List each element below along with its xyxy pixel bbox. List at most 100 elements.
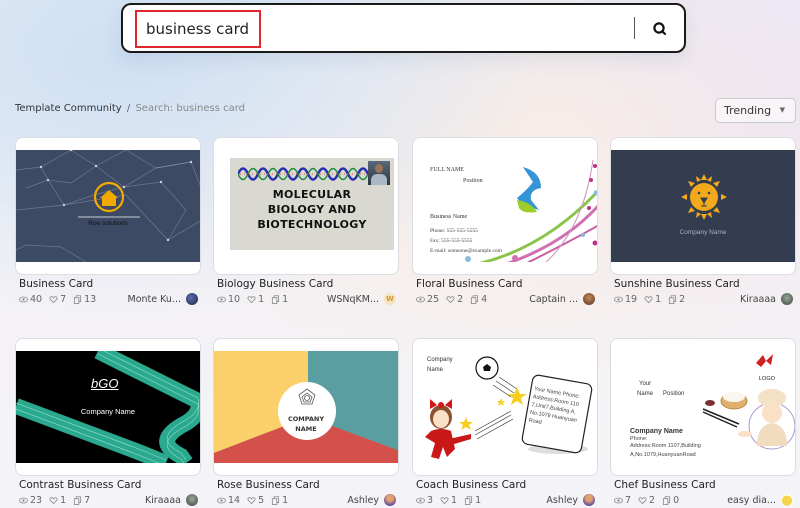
eye-icon <box>614 296 623 303</box>
template-title[interactable]: Contrast Business Card <box>19 479 141 491</box>
eye-icon <box>614 497 623 504</box>
template-stats: 3 1 1 <box>416 495 481 506</box>
avatar <box>186 293 198 305</box>
author-name: WSNqKM... <box>326 293 379 305</box>
copy-icon <box>471 295 479 304</box>
preview-line-1: COMPANY <box>287 415 325 423</box>
breadcrumb: Template Community / Search: business ca… <box>15 103 245 114</box>
template-thumbnail[interactable]: bGO Company Name <box>15 338 201 476</box>
preview-phone: Phone: <box>630 436 648 442</box>
copy-icon <box>663 496 671 505</box>
avatar <box>583 494 595 506</box>
views-count: 3 <box>427 495 434 506</box>
template-title[interactable]: Sunshine Business Card <box>614 278 740 290</box>
template-author[interactable]: Monte Ku... <box>128 293 198 305</box>
template-thumbnail[interactable]: Your Name Position LOGO Company Name Pho… <box>610 338 796 476</box>
preview-email: E-mail: someone@example.com <box>430 248 502 254</box>
preview-line-2: NAME <box>295 425 317 433</box>
author-name: Ashley <box>347 494 379 506</box>
copy-icon <box>74 496 82 505</box>
search-divider <box>634 17 635 39</box>
preview-company: Company Name <box>630 428 683 435</box>
copies-count: 2 <box>679 294 686 305</box>
preview-name: FULL NAME <box>430 167 464 173</box>
tricolor-background <box>214 351 398 463</box>
breadcrumb-root[interactable]: Template Community <box>15 103 122 114</box>
copy-icon <box>272 496 280 505</box>
search-button[interactable] <box>649 18 671 40</box>
likes-count: 5 <box>258 495 265 506</box>
template-thumbnail[interactable]: Roe solutions <box>15 137 201 275</box>
template-stats: 19 1 2 <box>614 294 685 305</box>
preview-name: Name <box>637 391 654 397</box>
template-stats: 14 5 1 <box>217 495 288 506</box>
caret-down-icon: ▼ <box>779 106 785 114</box>
avatar <box>583 293 595 305</box>
template-card[interactable]: Your Name Position LOGO Company Name Pho… <box>610 338 796 506</box>
template-thumbnail[interactable]: Company Name <box>610 137 796 275</box>
heart-icon <box>49 296 58 304</box>
template-author[interactable]: Kiraaaa <box>145 494 198 506</box>
template-title[interactable]: Biology Business Card <box>217 278 333 290</box>
template-title[interactable]: Chef Business Card <box>614 479 716 491</box>
template-card[interactable]: Company Name Your Name Phone: Address:Ro… <box>412 338 598 506</box>
heart-icon <box>49 497 58 505</box>
preview-logo: bGO <box>91 376 119 391</box>
preview-card-text: Your Name Phone: Address:Room 1107,Unit7… <box>528 386 581 426</box>
template-card[interactable]: COMPANY NAME Rose Business Card 14 5 1 A… <box>213 338 399 506</box>
heart-icon <box>644 296 653 304</box>
copy-icon <box>272 295 280 304</box>
template-title[interactable]: Floral Business Card <box>416 278 523 290</box>
template-card[interactable]: Roe solutions Business Card 40 7 13 Mont… <box>15 137 201 305</box>
sun-lion-logo <box>681 174 727 220</box>
preview-company-text: Company Name <box>80 407 136 416</box>
copy-icon <box>74 295 82 304</box>
template-author[interactable]: easy dia... <box>727 494 793 506</box>
avatar <box>186 494 198 506</box>
copies-count: 1 <box>475 495 482 506</box>
eye-icon <box>416 296 425 303</box>
likes-count: 7 <box>60 294 67 305</box>
template-author[interactable]: Ashley <box>347 494 396 506</box>
copies-count: 1 <box>282 294 289 305</box>
template-card[interactable]: Company Name Sunshine Business Card 19 1… <box>610 137 796 305</box>
template-card[interactable]: FULL NAME Position Business Name Phone: … <box>412 137 598 305</box>
avatar <box>781 494 793 506</box>
search-input[interactable] <box>135 10 261 48</box>
copies-count: 0 <box>673 495 680 506</box>
preview-fax: Fax: 555-555-5555 <box>430 238 473 244</box>
template-author[interactable]: Ashley <box>546 494 595 506</box>
preview-address: Address:Room 1107,Building <box>630 443 701 449</box>
heart-icon <box>440 497 449 505</box>
eye-icon <box>217 296 226 303</box>
preview-line-2: BIOLOGY AND <box>267 203 357 216</box>
template-title[interactable]: Coach Business Card <box>416 479 526 491</box>
template-card[interactable]: bGO Company Name Contrast Business Card … <box>15 338 201 506</box>
template-card[interactable]: MOLECULAR BIOLOGY AND BIOTECHNOLOGY Biol… <box>213 137 399 305</box>
template-stats: 23 1 7 <box>19 495 90 506</box>
heart-icon <box>247 497 256 505</box>
views-count: 23 <box>30 495 43 506</box>
template-author[interactable]: WSNqKM... W <box>327 293 396 305</box>
template-author[interactable]: Captain ... <box>529 293 595 305</box>
template-thumbnail[interactable]: Company Name Your Name Phone: Address:Ro… <box>412 338 598 476</box>
search-bar <box>121 3 686 53</box>
preview-business: Business Name <box>430 214 468 220</box>
girl-character <box>425 399 471 459</box>
sort-selected: Trending <box>724 104 772 117</box>
template-title[interactable]: Rose Business Card <box>217 479 320 491</box>
logo-mark <box>756 354 773 367</box>
dna-helix-image <box>238 167 368 181</box>
author-name: easy dia... <box>727 494 776 506</box>
avatar <box>384 494 396 506</box>
template-thumbnail[interactable]: COMPANY NAME <box>213 338 399 476</box>
author-name: Monte Ku... <box>127 293 181 305</box>
template-thumbnail[interactable]: FULL NAME Position Business Name Phone: … <box>412 137 598 275</box>
template-author[interactable]: Kiraaaa <box>740 293 793 305</box>
copies-count: 4 <box>481 294 488 305</box>
template-title[interactable]: Business Card <box>19 278 93 290</box>
sort-dropdown[interactable]: Trending ▼ <box>715 98 796 123</box>
eye-icon <box>19 497 28 504</box>
template-thumbnail[interactable]: MOLECULAR BIOLOGY AND BIOTECHNOLOGY <box>213 137 399 275</box>
views-count: 25 <box>427 294 440 305</box>
